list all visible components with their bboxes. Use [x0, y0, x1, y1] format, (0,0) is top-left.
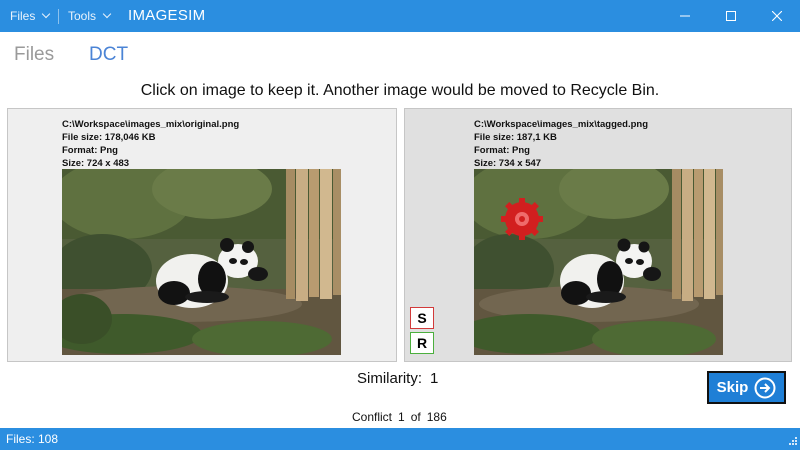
left-image-path: C:\Workspace\images_mix\original.png: [62, 119, 240, 130]
conflict-total: 186: [426, 410, 447, 424]
right-image-preview[interactable]: [474, 169, 723, 355]
instruction-text: Click on image to keep it. Another image…: [140, 82, 660, 99]
menu-tools-label: Tools: [68, 9, 97, 23]
left-image-panel[interactable]: C:\Workspace\images_mix\original.png Fil…: [7, 108, 397, 362]
left-image-info: C:\Workspace\images_mix\original.png Fil…: [62, 118, 239, 170]
chevron-down-icon: [102, 9, 112, 19]
r-button[interactable]: R: [410, 332, 434, 354]
similarity-label: Similarity:: [357, 370, 423, 387]
left-image-file-size: File size: 178,046 KB: [62, 132, 156, 143]
conflict-counter: Conflict 1 of 186: [352, 410, 453, 424]
menu-files-label: Files: [10, 9, 36, 23]
right-image-info: C:\Workspace\images_mix\tagged.png File …: [474, 118, 648, 170]
arrow-right-circle-icon: [754, 377, 776, 398]
close-icon: [772, 11, 782, 21]
menu-separator: [58, 9, 59, 24]
conflict-label: Conflict: [352, 410, 393, 424]
skip-label: Skip: [716, 379, 749, 396]
close-button[interactable]: [754, 0, 800, 32]
app-title: IMAGESIM: [128, 7, 206, 24]
menu-files[interactable]: Files: [10, 0, 51, 32]
similarity-value: 1: [430, 370, 439, 387]
minimize-button[interactable]: [662, 0, 708, 32]
tag-stamp-icon: [501, 198, 543, 240]
status-bar: Files: 108: [0, 428, 800, 450]
resize-grip-icon[interactable]: [786, 436, 798, 448]
panda-photo: [62, 169, 341, 355]
tab-dct[interactable]: DCT: [89, 44, 128, 66]
skip-button[interactable]: Skip: [707, 371, 786, 404]
right-image-file-size: File size: 187,1 KB: [474, 132, 557, 143]
right-image-panel[interactable]: C:\Workspace\images_mix\tagged.png File …: [404, 108, 792, 362]
right-image-path: C:\Workspace\images_mix\tagged.png: [474, 119, 649, 130]
minimize-icon: [680, 15, 690, 17]
panda-photo-tagged: [474, 169, 723, 355]
chevron-down-icon: [42, 9, 51, 19]
left-image-format: Format: Png: [62, 145, 118, 156]
conflict-of: of: [410, 410, 421, 424]
status-files-count: Files: 108: [6, 432, 59, 446]
title-bar: Files Tools IMAGESIM: [0, 0, 800, 32]
conflict-current: 1: [398, 410, 405, 424]
maximize-icon: [726, 11, 736, 21]
s-button[interactable]: S: [410, 307, 434, 329]
similarity-readout: Similarity: 1: [357, 370, 446, 387]
tab-files[interactable]: Files: [14, 44, 54, 66]
menu-tools[interactable]: Tools: [68, 0, 112, 32]
maximize-button[interactable]: [708, 0, 754, 32]
left-image-preview[interactable]: [62, 169, 341, 355]
right-image-format: Format: Png: [474, 145, 530, 156]
